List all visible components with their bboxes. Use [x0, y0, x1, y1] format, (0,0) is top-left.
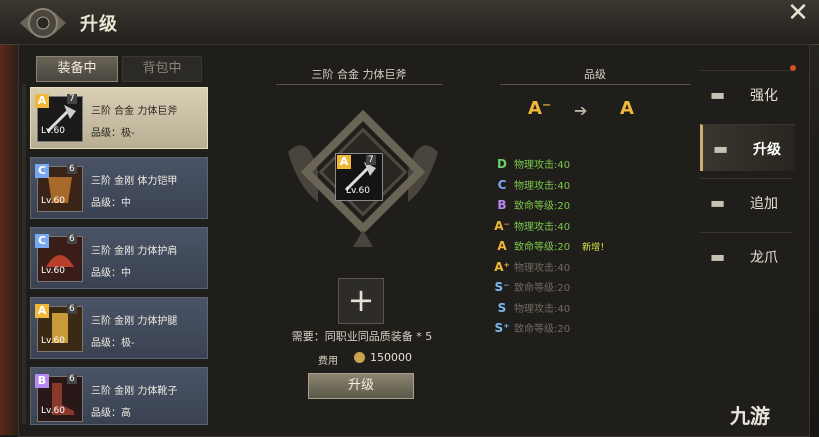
anvil-icon: ▬: [710, 247, 726, 266]
item-name: 三阶 金刚 体力铠甲: [91, 176, 178, 187]
list-item[interactable]: B 6 Lv.60 三阶 金刚 力体靴子 品级：高: [30, 367, 208, 425]
upgrade-item-title: 三阶 合金 力体巨斧: [276, 66, 442, 85]
tab-equipped[interactable]: 装备中: [36, 56, 118, 82]
count-badge: 6: [67, 304, 77, 314]
stat-text: 致命等级:20: [514, 324, 571, 335]
level-label: Lv.60: [41, 266, 65, 276]
grade-stat-row: A⁻ 物理攻击:40: [494, 218, 570, 234]
level-label: Lv.60: [41, 336, 65, 346]
notification-dot: [790, 65, 796, 71]
grade-badge: A: [337, 155, 351, 169]
grade-badge: C: [35, 164, 49, 178]
stat-text: 物理攻击:40: [514, 180, 571, 192]
level-label: Lv.60: [346, 186, 370, 196]
close-icon[interactable]: ✕: [785, 0, 811, 26]
grade-stat-row: A 致命等级:20 新增！: [494, 238, 609, 254]
upgrade-slot[interactable]: A 7 Lv.60: [335, 153, 383, 201]
list-item[interactable]: A 7 Lv.60 三阶 合金 力体巨斧 品级：极-: [30, 87, 208, 149]
item-quality: 品级：极-: [91, 338, 135, 349]
grade-badge: A: [35, 304, 49, 318]
grade-letter: S⁺: [494, 321, 510, 335]
count-badge: 6: [67, 234, 77, 244]
level-label: Lv.60: [41, 196, 65, 206]
watermark-logo: 九游: [730, 404, 770, 428]
item-quality: 品级：高: [91, 408, 131, 419]
menu-item-append[interactable]: ▬ 追加: [700, 178, 792, 225]
anvil-icon: ▬: [713, 139, 729, 158]
stat-text: 物理攻击:40: [514, 262, 571, 274]
item-quality: 品级：中: [91, 268, 131, 279]
grade-letter: C: [497, 177, 507, 192]
menu-item-upgrade[interactable]: ▬ 升级: [700, 124, 795, 171]
menu-label: 升级: [753, 142, 781, 158]
count-badge: 6: [67, 374, 77, 384]
menu-item-enhance[interactable]: ▬ 强化: [700, 70, 792, 117]
stat-text: 物理攻击:40: [514, 221, 571, 233]
stat-text: 物理攻击:40: [514, 160, 571, 171]
grade-badge: C: [35, 234, 49, 248]
cost-value: 150000: [370, 351, 412, 364]
item-name: 三阶 合金 力体巨斧: [91, 106, 178, 117]
level-label: Lv.60: [41, 406, 65, 416]
grade-letter: S: [497, 300, 507, 315]
grade-letter: A⁺: [494, 259, 510, 274]
grade-letter: D: [497, 157, 507, 171]
anvil-icon: ▬: [710, 193, 726, 212]
list-item[interactable]: A 6 Lv.60 三阶 金刚 力体护腿 品级：极-: [30, 297, 208, 359]
item-name: 三阶 金刚 力体靴子: [91, 386, 178, 397]
grade-badge: B: [35, 374, 49, 388]
arrow-right-icon: ➔: [574, 101, 588, 120]
item-name: 三阶 金刚 力体护腿: [91, 316, 178, 327]
add-material-button[interactable]: +: [338, 278, 384, 324]
background-scene: [0, 40, 20, 435]
grade-letter: B: [497, 198, 507, 212]
emblem-icon: [20, 8, 66, 38]
title-bar: 升级 ✕: [0, 0, 819, 45]
menu-label: 强化: [750, 88, 778, 104]
item-quality: 品级：极-: [91, 128, 135, 139]
grade-stat-row: S⁻ 致命等级:20: [494, 279, 571, 295]
grade-stat-row: S 物理攻击:40: [494, 300, 570, 316]
grade-stat-row: B 致命等级:20: [494, 197, 570, 213]
grade-from: A⁻: [528, 98, 552, 119]
cost-label: 费用: [318, 356, 338, 367]
grade-stat-row: D 物理攻击:40: [494, 156, 570, 172]
list-item[interactable]: C 6 Lv.60 三阶 金刚 体力铠甲 品级：中: [30, 157, 208, 219]
grade-title: 品级: [500, 66, 690, 85]
menu-label: 龙爪: [750, 250, 778, 266]
menu-label: 追加: [750, 196, 778, 212]
new-badge: 新增！: [582, 243, 610, 253]
level-label: Lv.60: [41, 126, 65, 136]
count-badge: 6: [67, 164, 77, 174]
stat-text: 致命等级:20: [514, 201, 571, 212]
grade-to: A: [620, 98, 634, 119]
grade-stat-row: C 物理攻击:40: [494, 177, 571, 193]
grade-stat-row: A⁺ 物理攻击:40: [494, 259, 570, 275]
anvil-icon: ▬: [710, 85, 726, 104]
requirement-text: 需要：同职业同品质装备 * 5: [291, 330, 433, 343]
list-scrollbar[interactable]: [22, 84, 26, 424]
grade-letter: A⁻: [494, 218, 510, 233]
tab-backpack[interactable]: 背包中: [122, 56, 202, 82]
count-badge: 7: [366, 155, 376, 165]
menu-item-dragon-claw[interactable]: ▬ 龙爪: [700, 232, 792, 279]
grade-badge: A: [35, 94, 49, 108]
stat-text: 致命等级:20: [514, 283, 571, 294]
coin-icon: [354, 352, 365, 363]
stat-text: 物理攻击:40: [514, 303, 571, 315]
count-badge: 7: [67, 94, 77, 104]
grade-letter: A: [497, 239, 507, 253]
page-title: 升级: [80, 14, 118, 35]
item-quality: 品级：中: [91, 198, 131, 209]
grade-letter: S⁻: [494, 280, 510, 294]
upgrade-button[interactable]: 升级: [308, 373, 414, 399]
stat-text: 致命等级:20: [514, 242, 571, 253]
grade-stat-row: S⁺ 致命等级:20: [494, 320, 571, 336]
item-name: 三阶 金刚 力体护肩: [91, 246, 178, 257]
list-item[interactable]: C 6 Lv.60 三阶 金刚 力体护肩 品级：中: [30, 227, 208, 289]
